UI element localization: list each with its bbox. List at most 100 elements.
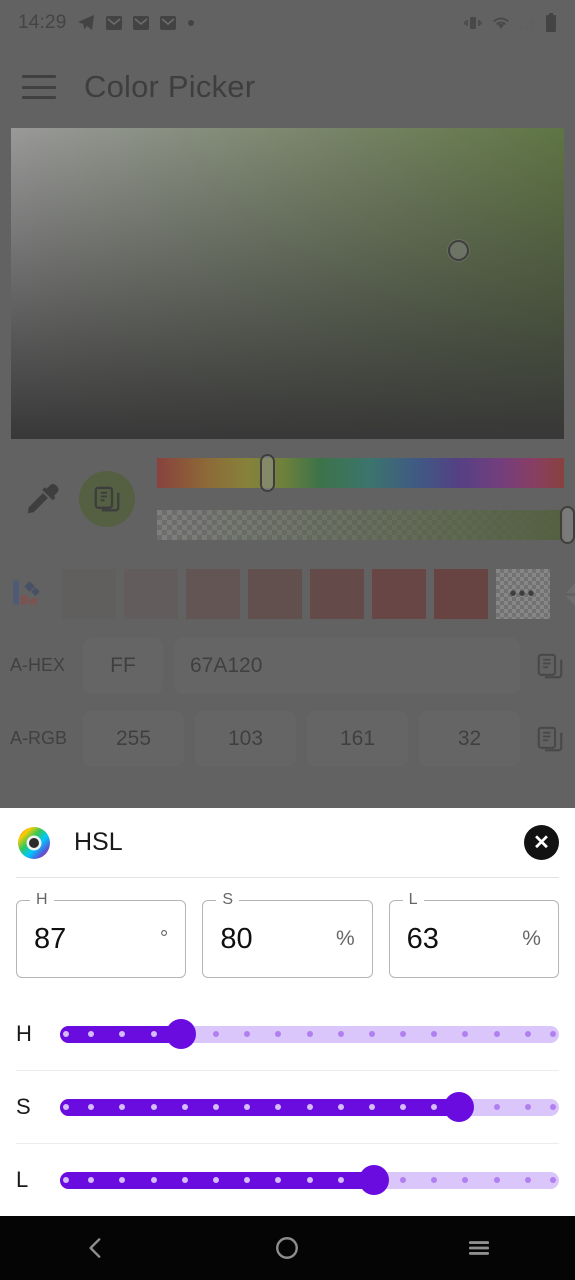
slider-tick: [150, 1104, 157, 1110]
value-field[interactable]: 161: [307, 710, 408, 767]
sort-arrows-icon[interactable]: [560, 580, 575, 608]
value-row-label: A-RGB: [10, 728, 68, 748]
slider-tick: [212, 1177, 219, 1183]
sheet-header: HSL ✕: [0, 808, 575, 877]
hsl-input-value: 80: [220, 922, 253, 955]
slider-tick: [62, 1031, 69, 1037]
palette-row: •••: [0, 559, 575, 629]
slider-tick: [306, 1177, 313, 1183]
hsl-bottom-sheet: HSL ✕ H 87 ° S 80% L 63% HSL: [0, 808, 575, 1216]
back-icon[interactable]: [61, 1226, 131, 1270]
palette-swatch[interactable]: [372, 569, 426, 619]
slider-thumb-h[interactable]: [165, 1019, 196, 1049]
slider-tick: [368, 1031, 375, 1037]
recents-icon[interactable]: [444, 1226, 514, 1270]
hsl-input-unit: %: [335, 927, 355, 950]
battery-icon: [546, 13, 556, 32]
hsl-input-label: S: [216, 891, 239, 909]
slider-tick: [150, 1177, 157, 1183]
value-field[interactable]: 32: [419, 710, 520, 767]
color-wheel-icon: [18, 826, 50, 859]
value-row-label: A-HEX: [10, 655, 66, 675]
sv-cursor[interactable]: [448, 240, 469, 261]
palette-swatch[interactable]: [124, 569, 178, 619]
close-icon[interactable]: ✕: [524, 825, 559, 861]
hue-track: [157, 458, 564, 488]
slider-label: H: [16, 1021, 32, 1046]
palette-swatch[interactable]: [310, 569, 364, 619]
palette-icon[interactable]: [10, 576, 46, 612]
hsl-sliders: H S L: [0, 998, 575, 1216]
slider-tick: [88, 1104, 95, 1110]
palette-swatches[interactable]: •••: [62, 569, 550, 619]
slider-tick: [337, 1104, 344, 1110]
alpha-slider[interactable]: [157, 506, 575, 544]
slider-track-s[interactable]: [60, 1092, 559, 1122]
palette-swatch[interactable]: [186, 569, 240, 619]
slider-tick: [400, 1177, 407, 1183]
hsl-input-s[interactable]: S 80%: [202, 891, 373, 978]
palette-swatch[interactable]: [248, 569, 302, 619]
value-field[interactable]: 255: [83, 710, 184, 767]
slider-tick: [337, 1177, 344, 1183]
slider-tick: [550, 1031, 556, 1037]
hue-slider[interactable]: [157, 454, 564, 492]
slider-track-l[interactable]: [60, 1165, 559, 1195]
slider-row-s: S: [16, 1071, 559, 1143]
slider-thumb-l[interactable]: [359, 1165, 390, 1195]
signal-icon: [520, 20, 533, 30]
slider-tick: [62, 1177, 69, 1183]
hamburger-icon[interactable]: [22, 75, 56, 99]
mail-icon: [105, 16, 122, 30]
slider-ticks: [60, 1172, 559, 1189]
hsl-input-h[interactable]: H 87 °: [16, 891, 187, 978]
slider-tick: [493, 1177, 500, 1183]
slider-tick: [462, 1177, 469, 1183]
slider-tick: [524, 1031, 531, 1037]
copy-color-button[interactable]: [79, 471, 135, 527]
alpha-thumb[interactable]: [559, 506, 575, 544]
vibrate-icon: [464, 17, 482, 29]
value-field[interactable]: 103: [195, 710, 296, 767]
slider-row-l: L: [16, 1144, 559, 1216]
palette-swatch[interactable]: [434, 569, 488, 619]
hsl-input-label: H: [30, 891, 54, 909]
status-bar: 14:29: [0, 0, 575, 46]
slider-tick: [244, 1177, 251, 1183]
slider-track-h[interactable]: [60, 1019, 559, 1049]
copy-icon[interactable]: [535, 651, 565, 681]
slider-label: L: [16, 1167, 29, 1192]
bars-column: [157, 454, 575, 544]
slider-tick: [244, 1031, 251, 1037]
slider-tick: [212, 1104, 219, 1110]
slider-tick: [368, 1104, 375, 1110]
hue-thumb[interactable]: [259, 454, 275, 492]
hsl-input-l[interactable]: L 63%: [388, 891, 559, 978]
mail-icon: [132, 16, 149, 30]
slider-tick: [337, 1031, 344, 1037]
value-row: A-HEX FF 67A120: [0, 629, 575, 702]
palette-more-button[interactable]: •••: [496, 569, 550, 619]
hsl-input-value: 87: [34, 922, 67, 955]
alpha-track: [157, 510, 564, 540]
slider-ticks: [60, 1026, 559, 1043]
copy-icon[interactable]: [535, 724, 565, 754]
slider-tick: [212, 1031, 219, 1037]
saturation-value-area[interactable]: [11, 128, 564, 439]
slider-tick: [244, 1104, 251, 1110]
home-icon[interactable]: [252, 1226, 322, 1270]
slider-tick: [431, 1031, 438, 1037]
eyedropper-icon[interactable]: [23, 480, 61, 518]
value-field[interactable]: 67A120: [174, 637, 520, 694]
slider-tick: [88, 1177, 95, 1183]
wifi-icon: [493, 17, 509, 29]
slider-tick: [524, 1104, 531, 1110]
slider-tick: [275, 1104, 282, 1110]
palette-swatch[interactable]: [62, 569, 116, 619]
value-field[interactable]: FF: [83, 637, 163, 694]
sort-up-icon: [566, 580, 575, 593]
slider-thumb-s[interactable]: [444, 1092, 475, 1122]
hsl-input-value: 63: [406, 922, 439, 955]
slider-tick: [150, 1031, 157, 1037]
sort-down-icon: [566, 595, 575, 608]
